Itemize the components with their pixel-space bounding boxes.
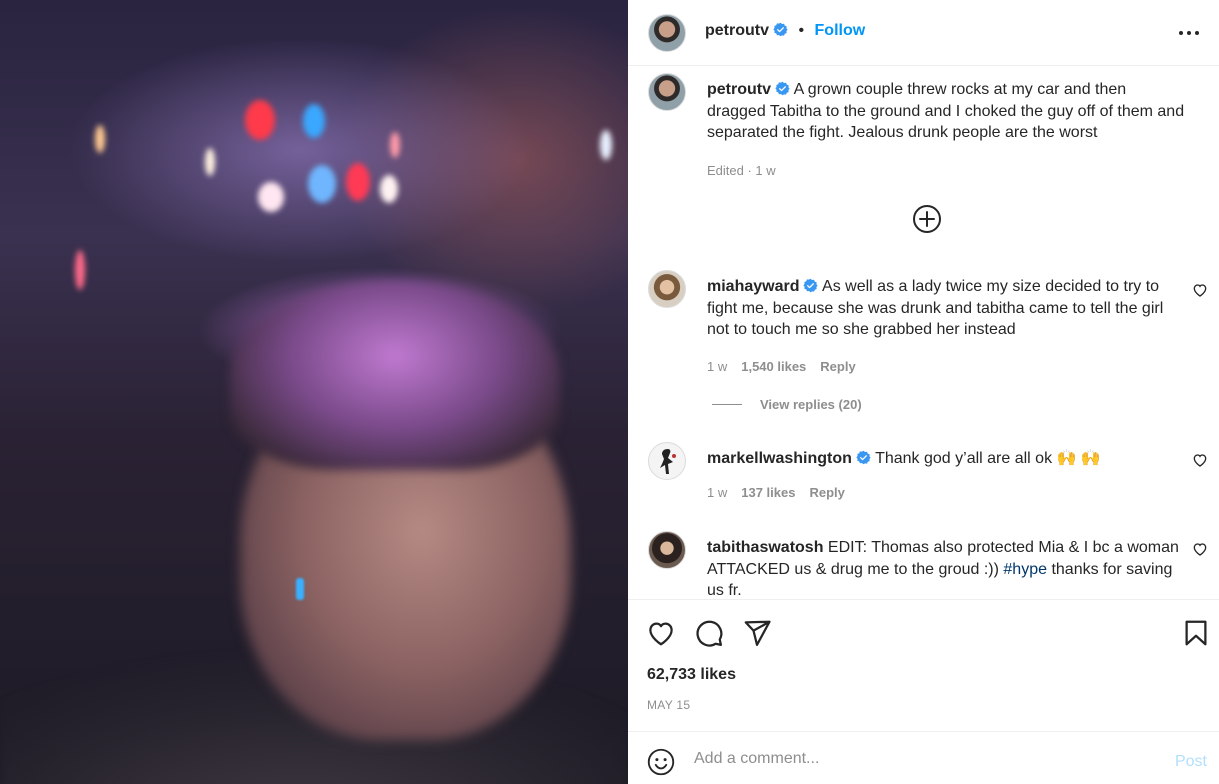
comment-text: markellwashington Thank god y’all are al… xyxy=(707,448,1187,470)
comment-likes[interactable]: 137 likes xyxy=(741,485,795,500)
author-info: petroutv • Follow xyxy=(705,22,865,40)
comment-time: 1 w xyxy=(707,485,728,500)
bookmark-icon[interactable] xyxy=(1181,618,1211,648)
photo-light xyxy=(600,130,612,160)
photo-light xyxy=(390,132,400,158)
load-more-comments-icon[interactable] xyxy=(912,204,942,234)
comment-icon[interactable] xyxy=(694,618,724,648)
caption-author-avatar[interactable] xyxy=(648,73,686,111)
more-options-icon[interactable] xyxy=(1177,21,1201,45)
comment-item: miahayward As well as a lady twice my si… xyxy=(648,270,1208,380)
post-comment-button[interactable]: Post xyxy=(1175,753,1207,771)
post-actions-section: 62,733 likes MAY 15 xyxy=(628,599,1219,731)
photo-light xyxy=(258,182,284,212)
photo-light xyxy=(75,250,85,290)
hashtag-link[interactable]: #hype xyxy=(1003,561,1047,578)
commenter-avatar[interactable] xyxy=(648,270,686,308)
post-header: petroutv • Follow xyxy=(628,0,1219,66)
comment-likes[interactable]: 1,540 likes xyxy=(741,359,806,374)
comment-meta: 1 w 137 likes Reply xyxy=(707,485,859,500)
follow-button[interactable]: Follow xyxy=(815,22,866,39)
comment-time: 1 w xyxy=(707,359,728,374)
comments-list[interactable]: petroutv A grown couple threw rocks at m… xyxy=(628,67,1219,599)
photo-light xyxy=(205,148,215,176)
comment-item: markellwashington Thank god y’all are al… xyxy=(648,442,1208,512)
author-avatar[interactable] xyxy=(648,14,686,52)
comment-input[interactable] xyxy=(694,744,1154,774)
view-replies-button[interactable]: View replies (20) xyxy=(712,397,862,412)
verified-icon xyxy=(803,278,819,293)
reply-button[interactable]: Reply xyxy=(820,359,855,374)
avatar-figure xyxy=(660,449,676,474)
photo-hair xyxy=(230,280,560,470)
comment-text: tabithaswatosh EDIT: Thomas also protect… xyxy=(707,537,1187,599)
verified-icon xyxy=(775,81,790,96)
comment-like-icon[interactable] xyxy=(1192,282,1208,298)
commenter-username[interactable]: miahayward xyxy=(707,278,799,295)
caption-username[interactable]: petroutv xyxy=(707,81,771,98)
commenter-avatar[interactable] xyxy=(648,531,686,569)
view-replies-label: View replies (20) xyxy=(760,397,862,412)
photo-light xyxy=(346,163,370,201)
photo-light xyxy=(303,104,325,138)
replies-divider xyxy=(712,404,742,405)
photo-light xyxy=(380,175,398,203)
separator-dot: • xyxy=(798,22,805,39)
post-likes-count[interactable]: 62,733 likes xyxy=(647,666,736,684)
caption-meta: Edited · 1 w xyxy=(707,163,776,178)
post-photo xyxy=(0,0,628,784)
comment-like-icon[interactable] xyxy=(1192,541,1208,557)
commenter-username[interactable]: tabithaswatosh xyxy=(707,539,823,556)
comment-item: tabithaswatosh EDIT: Thomas also protect… xyxy=(648,531,1208,599)
comment-text: miahayward As well as a lady twice my si… xyxy=(707,276,1187,341)
author-username[interactable]: petroutv xyxy=(705,22,769,39)
verified-icon xyxy=(773,22,788,37)
comment-body: Thank god y’all are all ok 🙌 🙌 xyxy=(875,450,1101,467)
post-details-panel: petroutv • Follow petroutv A grown coupl… xyxy=(628,0,1219,784)
commenter-avatar[interactable] xyxy=(648,442,686,480)
heart-icon[interactable] xyxy=(646,618,676,648)
emoji-icon[interactable] xyxy=(647,748,675,776)
photo-earring xyxy=(296,578,304,600)
share-icon[interactable] xyxy=(742,618,772,648)
reply-button[interactable]: Reply xyxy=(809,485,844,500)
photo-light xyxy=(95,125,105,153)
post-date[interactable]: MAY 15 xyxy=(647,698,690,712)
verified-icon xyxy=(856,450,871,465)
comment-meta: 1 w 1,540 likes Reply xyxy=(707,359,870,374)
add-comment-bar: Post xyxy=(628,731,1219,784)
photo-light xyxy=(245,100,275,140)
commenter-username[interactable]: markellwashington xyxy=(707,450,852,467)
caption-text: petroutv A grown couple threw rocks at m… xyxy=(707,79,1187,144)
photo-light xyxy=(308,165,336,203)
post-caption: petroutv A grown couple threw rocks at m… xyxy=(648,73,1208,183)
comment-like-icon[interactable] xyxy=(1192,452,1208,468)
